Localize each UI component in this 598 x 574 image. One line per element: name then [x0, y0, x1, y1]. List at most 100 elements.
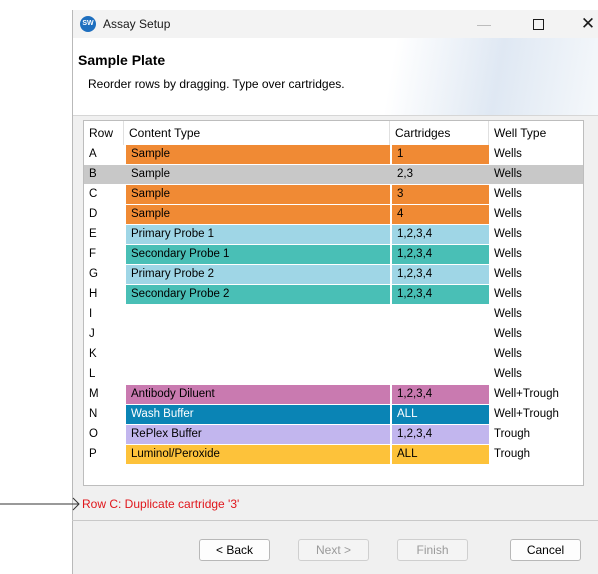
content-type-cell[interactable]: [126, 365, 390, 384]
table-row[interactable]: C Sample 3 Wells: [84, 185, 583, 204]
wizard-header: Sample Plate Reorder rows by dragging. T…: [73, 38, 598, 116]
table-row[interactable]: A Sample 1 Wells: [84, 145, 583, 164]
page-description: Reorder rows by dragging. Type over cart…: [88, 77, 345, 91]
column-header-well-type[interactable]: Well Type: [489, 121, 583, 145]
minimize-button[interactable]: —: [466, 14, 502, 34]
error-pointer-arrow-icon: [0, 497, 80, 511]
footer-divider: [72, 520, 598, 521]
cartridges-cell[interactable]: 1,2,3,4: [392, 385, 489, 404]
cartridges-cell[interactable]: 1,2,3,4: [392, 425, 489, 444]
well-type-cell[interactable]: Well+Trough: [489, 405, 583, 424]
row-label-cell: K: [89, 348, 97, 360]
table-row[interactable]: P Luminol/Peroxide ALL Trough: [84, 445, 583, 464]
app-logo-icon: SW: [80, 16, 96, 32]
title-bar[interactable]: SW Assay Setup — ✕: [73, 10, 598, 38]
well-type-cell[interactable]: Well+Trough: [489, 385, 583, 404]
grid-header: Row Content Type Cartridges Well Type: [84, 121, 583, 145]
well-type-cell[interactable]: Wells: [489, 245, 583, 264]
validation-error-message: Row C: Duplicate cartridge '3': [82, 497, 240, 511]
column-header-row[interactable]: Row: [84, 121, 124, 145]
well-type-cell[interactable]: Wells: [489, 165, 583, 184]
row-label-cell: M: [89, 388, 99, 400]
table-row[interactable]: I Wells: [84, 305, 583, 324]
well-type-cell[interactable]: Wells: [489, 305, 583, 324]
row-label-cell: L: [89, 368, 96, 380]
content-type-cell[interactable]: Sample: [126, 205, 390, 224]
cartridges-cell[interactable]: [392, 365, 489, 384]
cartridges-cell[interactable]: 1,2,3,4: [392, 225, 489, 244]
close-button[interactable]: ✕: [570, 14, 598, 34]
finish-button[interactable]: Finish: [397, 539, 468, 561]
content-type-cell[interactable]: Sample: [126, 185, 390, 204]
content-type-cell[interactable]: Secondary Probe 2: [126, 285, 390, 304]
cartridges-cell[interactable]: [392, 305, 489, 324]
assay-setup-window: SW Assay Setup — ✕ Sample Plate Reorder …: [72, 10, 598, 574]
table-row[interactable]: H Secondary Probe 2 1,2,3,4 Wells: [84, 285, 583, 304]
row-label-cell: E: [89, 228, 97, 240]
well-type-cell[interactable]: Wells: [489, 365, 583, 384]
row-label-cell: P: [89, 448, 97, 460]
column-header-content-type[interactable]: Content Type: [124, 121, 390, 145]
cartridges-cell[interactable]: ALL: [392, 445, 489, 464]
content-type-cell[interactable]: [126, 345, 390, 364]
content-type-cell[interactable]: Primary Probe 1: [126, 225, 390, 244]
well-type-cell[interactable]: Wells: [489, 285, 583, 304]
content-type-cell[interactable]: Sample: [126, 145, 390, 164]
row-label-cell: G: [89, 268, 98, 280]
table-row[interactable]: G Primary Probe 2 1,2,3,4 Wells: [84, 265, 583, 284]
row-label-cell: N: [89, 408, 98, 420]
well-type-cell[interactable]: Wells: [489, 225, 583, 244]
table-row[interactable]: K Wells: [84, 345, 583, 364]
row-label-cell: J: [89, 328, 95, 340]
content-type-cell[interactable]: Antibody Diluent: [126, 385, 390, 404]
table-row[interactable]: O RePlex Buffer 1,2,3,4 Trough: [84, 425, 583, 444]
content-type-cell[interactable]: Secondary Probe 1: [126, 245, 390, 264]
cartridges-cell[interactable]: 1: [392, 145, 489, 164]
well-type-cell[interactable]: Wells: [489, 185, 583, 204]
cartridges-cell[interactable]: 1,2,3,4: [392, 245, 489, 264]
cartridges-cell[interactable]: ALL: [392, 405, 489, 424]
cartridges-cell[interactable]: [392, 345, 489, 364]
well-type-cell[interactable]: Trough: [489, 445, 583, 464]
row-label-cell: F: [89, 248, 97, 260]
well-type-cell[interactable]: Wells: [489, 145, 583, 164]
page-title: Sample Plate: [78, 52, 166, 68]
row-label-cell: I: [89, 308, 93, 320]
well-type-cell[interactable]: Trough: [489, 425, 583, 444]
table-row[interactable]: J Wells: [84, 325, 583, 344]
sample-plate-grid[interactable]: Row Content Type Cartridges Well Type A S…: [83, 120, 584, 486]
cartridges-cell[interactable]: 1,2,3,4: [392, 285, 489, 304]
cartridges-cell[interactable]: 3: [392, 185, 489, 204]
window-title: Assay Setup: [103, 17, 171, 31]
cartridges-cell[interactable]: [392, 325, 489, 344]
content-type-cell[interactable]: RePlex Buffer: [126, 425, 390, 444]
content-type-cell[interactable]: [126, 305, 390, 324]
next-button[interactable]: Next >: [298, 539, 369, 561]
table-row[interactable]: M Antibody Diluent 1,2,3,4 Well+Trough: [84, 385, 583, 404]
content-type-cell[interactable]: Primary Probe 2: [126, 265, 390, 284]
table-row[interactable]: E Primary Probe 1 1,2,3,4 Wells: [84, 225, 583, 244]
cancel-button[interactable]: Cancel: [510, 539, 581, 561]
column-header-cartridges[interactable]: Cartridges: [390, 121, 489, 145]
table-row[interactable]: F Secondary Probe 1 1,2,3,4 Wells: [84, 245, 583, 264]
cartridges-cell[interactable]: 2,3: [392, 165, 489, 184]
well-type-cell[interactable]: Wells: [489, 345, 583, 364]
table-row[interactable]: B Sample 2,3 Wells: [84, 165, 583, 184]
row-label-cell: H: [89, 288, 98, 300]
content-type-cell[interactable]: Wash Buffer: [126, 405, 390, 424]
cartridges-cell[interactable]: 1,2,3,4: [392, 265, 489, 284]
row-label-cell: C: [89, 188, 98, 200]
well-type-cell[interactable]: Wells: [489, 205, 583, 224]
back-button[interactable]: < Back: [199, 539, 270, 561]
table-row[interactable]: D Sample 4 Wells: [84, 205, 583, 224]
content-type-cell[interactable]: Sample: [126, 165, 390, 184]
maximize-button[interactable]: [520, 14, 556, 34]
row-label-cell: A: [89, 148, 97, 160]
well-type-cell[interactable]: Wells: [489, 265, 583, 284]
content-type-cell[interactable]: Luminol/Peroxide: [126, 445, 390, 464]
well-type-cell[interactable]: Wells: [489, 325, 583, 344]
table-row[interactable]: N Wash Buffer ALL Well+Trough: [84, 405, 583, 424]
table-row[interactable]: L Wells: [84, 365, 583, 384]
cartridges-cell[interactable]: 4: [392, 205, 489, 224]
content-type-cell[interactable]: [126, 325, 390, 344]
